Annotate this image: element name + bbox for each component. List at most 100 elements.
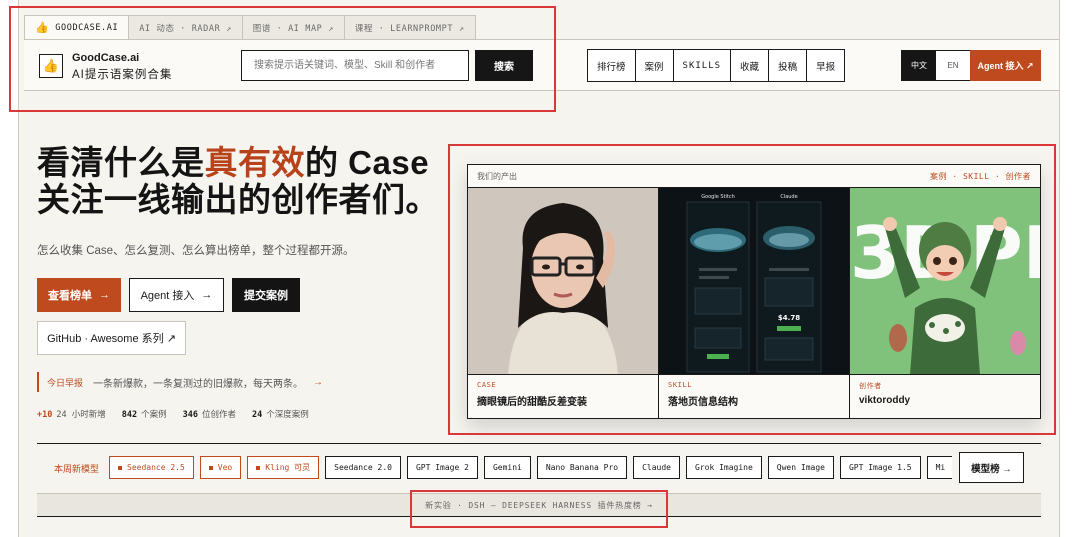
nav-favorites[interactable]: 收藏 [731, 50, 770, 81]
showcase-panel: 我们的产出 案例 · SKILL · 创作者 CASE 摘眼镜后的甜酷反差变装 … [467, 164, 1041, 419]
tab-ai-map[interactable]: 图谱 · AI MAP ↗ [241, 15, 345, 39]
case-image-portrait [468, 188, 658, 375]
tab-radar[interactable]: AI 动态 · RADAR ↗ [128, 15, 243, 39]
creator-caption: 创作者 viktoroddy [850, 375, 1040, 412]
hero-title-post: 的 Case [305, 144, 430, 181]
creator-type-label: 创作者 [859, 382, 882, 390]
model-ranking-button[interactable]: 模型榜 → [959, 452, 1024, 483]
stat-label: 24 小时新增 [56, 410, 106, 420]
model-chips: Seedance 2.5 Veo Kling 可灵 Seedance 2.0 G… [109, 456, 952, 479]
daily-brief[interactable]: 今日早报 一条新爆款，一条复测过的旧爆款，每天两条。 → [37, 372, 323, 392]
skill-title: 落地页信息结构 [668, 397, 738, 408]
case-caption: CASE 摘眼镜后的甜酷反差变装 [468, 375, 658, 414]
model-chip-hot[interactable]: Veo [199, 456, 242, 479]
search-button[interactable]: 搜索 [475, 50, 533, 81]
square-bullet-icon [208, 465, 213, 470]
tab-label: 图谱 · AI MAP ↗ [252, 23, 334, 34]
stat-label: 个深度案例 [266, 410, 309, 420]
daily-brief-tag: 今日早报 [47, 377, 84, 388]
nav-leaderboard[interactable]: 排行榜 [588, 50, 636, 81]
model-chip[interactable]: Grok Imagine [686, 456, 762, 479]
model-chip[interactable]: Seedance 2.0 [325, 456, 401, 479]
stat-item: 842 个案例 [122, 408, 167, 420]
search-input[interactable] [241, 50, 469, 81]
showcase-categories[interactable]: 案例 · SKILL · 创作者 [930, 171, 1031, 182]
model-chip-hot[interactable]: Kling 可灵 [247, 456, 320, 479]
character-illustration: 3D PI [850, 188, 1040, 374]
arrow-right-icon: → [201, 289, 213, 301]
chip-label: Seedance 2.5 [127, 463, 185, 472]
github-awesome-button[interactable]: GitHub · Awesome 系列 ↗ [37, 321, 186, 355]
price-text: $4.78 [778, 314, 800, 322]
skill-caption: SKILL 落地页信息结构 [659, 375, 849, 414]
model-chip[interactable]: Gemini [483, 456, 531, 479]
landing-page-illustration: Google Stitch Claude $4.78 [659, 188, 849, 374]
skill-card[interactable]: Google Stitch Claude $4.78 SKILL 落地页信息结构 [659, 188, 850, 418]
agent-connect-button[interactable]: Agent 接入 → [129, 278, 224, 312]
agent-access-button[interactable]: Agent 接入 ↗ [970, 50, 1041, 81]
model-chip[interactable]: Claude [633, 456, 680, 479]
nav-submit[interactable]: 投稿 [769, 50, 808, 81]
model-chip[interactable]: GPT Image 2 [406, 456, 478, 479]
case-card[interactable]: CASE 摘眼镜后的甜酷反差变装 [468, 188, 659, 418]
creator-image-3d-character: 3D PI [850, 188, 1040, 375]
stat-number: 842 [121, 410, 138, 420]
arrow-right-icon: → [99, 289, 110, 301]
site-header: 👍 GoodCase.ai AI提示语案例合集 搜索 排行榜 案例 SKILLS… [24, 39, 1059, 91]
screen-label-claude: Claude [780, 194, 797, 200]
experiment-banner[interactable]: 新实验 · DSH — DEEPSEEK HARNESS 插件热度榜 → [37, 493, 1041, 517]
tab-learnprompt[interactable]: 课程 · LEARNPROMPT ↗ [343, 15, 476, 39]
button-label: 查看榜单 [48, 290, 92, 302]
portrait-illustration [468, 188, 658, 374]
tab-label: 课程 · LEARNPROMPT ↗ [354, 23, 465, 34]
stat-number: 24 [251, 410, 263, 420]
model-chip[interactable]: Mi [926, 456, 952, 479]
model-chip[interactable]: Qwen Image [767, 456, 834, 479]
main-nav: 排行榜 案例 SKILLS 收藏 投稿 早报 [587, 49, 846, 82]
arrow-right-icon: → [313, 376, 324, 388]
case-title: 摘眼镜后的甜酷反差变装 [477, 397, 587, 408]
model-chip[interactable]: GPT Image 1.5 [839, 456, 921, 479]
stats-row: +10 24 小时新增 842 个案例 346 位创作者 24 个深度案例 [37, 408, 325, 420]
lang-en-button[interactable]: EN [936, 51, 970, 80]
nav-cases[interactable]: 案例 [636, 50, 674, 81]
hero-title-line2: 关注一线输出的创作者们。 [37, 181, 439, 218]
tab-label: GOODCASE.AI [55, 22, 119, 33]
stat-label: 个案例 [141, 410, 167, 420]
submit-case-button[interactable]: 提交案例 [232, 278, 300, 312]
stat-item: 24 个深度案例 [252, 408, 309, 420]
hero-title-pre: 看清什么是 [37, 144, 205, 181]
stat-label: 位创作者 [201, 410, 236, 420]
tab-label: AI 动态 · RADAR ↗ [139, 23, 232, 34]
model-chip-hot[interactable]: Seedance 2.5 [109, 456, 194, 479]
case-type-label: CASE [477, 381, 497, 389]
square-bullet-icon [256, 465, 261, 470]
lang-zh-button[interactable]: 中文 [902, 51, 936, 80]
showcase-header: 我们的产出 案例 · SKILL · 创作者 [468, 165, 1040, 188]
hero-title: 看清什么是真有效的 Case 关注一线输出的创作者们。 [37, 144, 439, 218]
new-models-label: 本周新模型 [54, 464, 100, 474]
top-tabs: 👍 GOODCASE.AI AI 动态 · RADAR ↗ 图谱 · AI MA… [24, 15, 476, 39]
stat-number: +10 [37, 410, 53, 420]
hero-title-accent: 真有效 [204, 144, 305, 181]
screen-label-google-stitch: Google Stitch [701, 194, 735, 200]
thumbs-up-icon: 👍 [35, 21, 50, 34]
view-leaderboard-button[interactable]: 查看榜单 → [37, 278, 121, 312]
language-switch: 中文 EN [901, 50, 971, 81]
tab-goodcase[interactable]: 👍 GOODCASE.AI [24, 15, 130, 39]
nav-morning-news[interactable]: 早报 [807, 50, 844, 81]
stat-item: 346 位创作者 [183, 408, 236, 420]
square-bullet-icon [118, 465, 122, 470]
brand-name[interactable]: GoodCase.ai [72, 52, 139, 64]
creator-card[interactable]: 3D PI [850, 188, 1040, 418]
skill-type-label: SKILL [668, 381, 693, 389]
logo-thumbs-up-icon[interactable]: 👍 [39, 54, 63, 78]
model-chip[interactable]: Nano Banana Pro [536, 456, 628, 479]
section-divider [37, 443, 1041, 444]
brand-subtitle: AI提示语案例合集 [72, 69, 173, 81]
stat-item: +10 24 小时新增 [37, 408, 106, 420]
hero-subtitle: 怎么收集 Case、怎么复测、怎么算出榜单，整个过程都开源。 [37, 245, 355, 257]
nav-skills[interactable]: SKILLS [674, 50, 732, 81]
creator-name: viktoroddy [859, 395, 911, 406]
chip-label: Veo [217, 463, 233, 472]
